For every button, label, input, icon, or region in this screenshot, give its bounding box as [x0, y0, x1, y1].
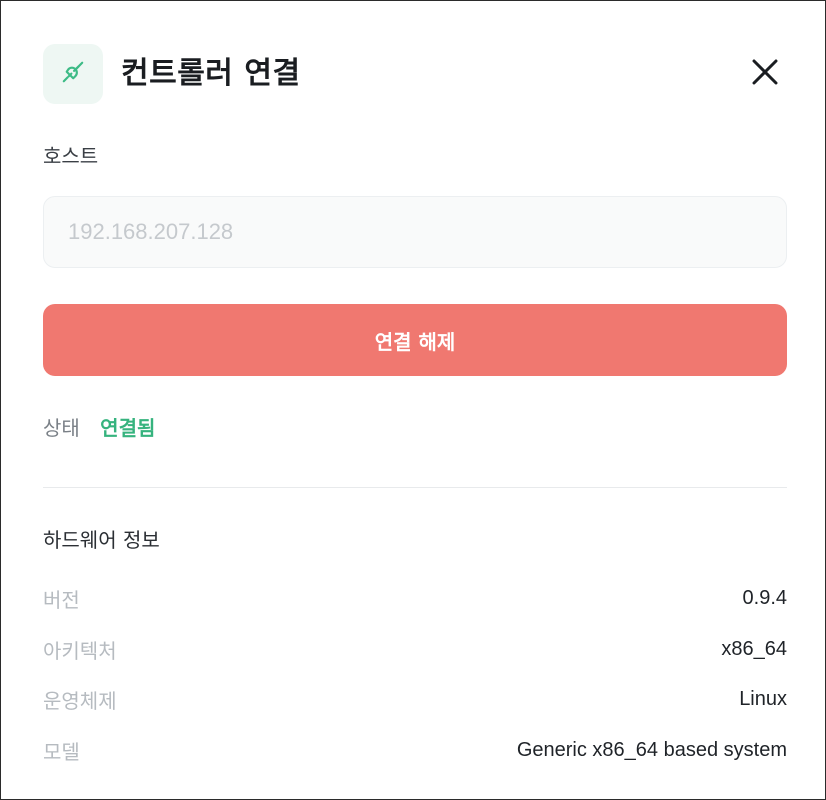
plug-icon-tile	[43, 44, 103, 104]
disconnect-button[interactable]: 연결 해제	[43, 304, 787, 376]
close-button[interactable]	[747, 56, 783, 92]
dialog-title: 컨트롤러 연결	[121, 56, 301, 91]
host-label: 호스트	[43, 144, 99, 168]
hardware-info-title: 하드웨어 정보	[43, 528, 160, 552]
hardware-row-os: 운영체제 Linux	[43, 683, 787, 715]
hardware-key: 운영체제	[43, 688, 117, 713]
host-input[interactable]	[43, 196, 787, 268]
status-row: 상태 연결됨	[43, 412, 155, 444]
hardware-value: Linux	[739, 687, 787, 710]
close-icon	[752, 59, 778, 89]
hardware-row-model: 모델 Generic x86_64 based system	[43, 734, 787, 766]
hardware-row-version: 버전 0.9.4	[43, 582, 787, 614]
hardware-row-architecture: 아키텍처 x86_64	[43, 633, 787, 665]
controller-connect-dialog: 컨트롤러 연결 호스트 연결 해제 상태 연결됨 하드웨어 정보 버전 0.9.…	[0, 0, 826, 800]
hardware-value: 0.9.4	[742, 586, 787, 609]
hardware-key: 아키텍처	[43, 638, 117, 663]
plug-icon	[60, 59, 86, 89]
status-value: 연결됨	[100, 416, 156, 440]
hardware-value: Generic x86_64 based system	[516, 738, 787, 761]
dialog-header: 컨트롤러 연결	[43, 44, 783, 104]
divider	[43, 487, 787, 488]
hardware-value: x86_64	[721, 637, 787, 660]
hardware-key: 버전	[43, 587, 80, 612]
hardware-key: 모델	[43, 739, 80, 764]
status-label: 상태	[43, 416, 80, 440]
